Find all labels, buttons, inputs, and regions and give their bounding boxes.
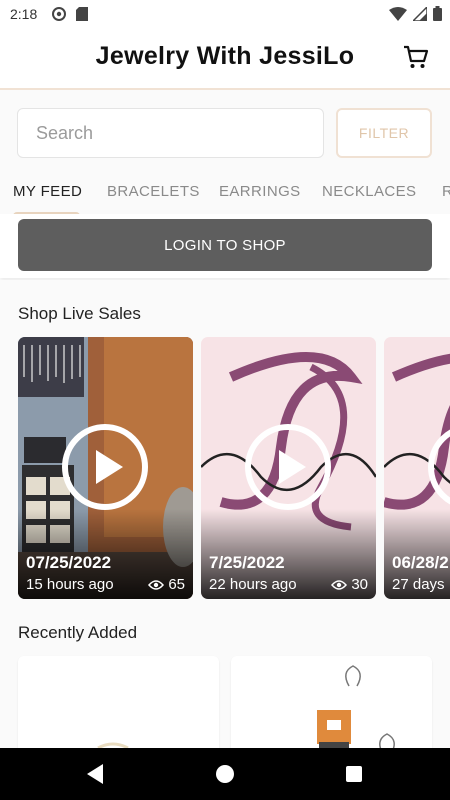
product-image <box>97 742 129 748</box>
app-title: Jewelry With JessiLo <box>95 42 355 70</box>
tab-my-feed[interactable]: MY FEED <box>13 183 82 200</box>
play-icon[interactable] <box>61 423 149 511</box>
product-card[interactable] <box>231 656 432 748</box>
live-sale-time-ago: 15 hours ago <box>26 576 114 593</box>
live-sale-date: 07/25/2022 <box>26 553 112 572</box>
live-sale-card[interactable]: 07/25/2022 15 hours ago 65 <box>18 337 193 599</box>
wifi-icon <box>389 6 407 21</box>
vpn-icon <box>52 7 66 21</box>
status-time: 2:18 <box>10 6 38 22</box>
play-icon[interactable] <box>244 423 332 511</box>
live-sale-date: 7/25/2022 <box>209 553 285 572</box>
views-count: 65 <box>148 576 185 593</box>
search-row: FILTER <box>0 90 450 176</box>
recently-added-title: Recently Added <box>18 623 138 642</box>
live-sales-carousel: 07/25/2022 15 hours ago 65 7/25/2022 22 … <box>18 337 450 599</box>
eye-icon <box>331 579 348 590</box>
product-image <box>317 665 395 748</box>
live-sale-time-ago: 22 hours ago <box>209 576 297 593</box>
cart-icon[interactable] <box>402 43 430 71</box>
tab-bracelets[interactable]: BRACELETS <box>107 183 200 200</box>
category-tabs: MY FEED BRACELETS EARRINGS NECKLACES R <box>0 176 450 218</box>
live-sale-card[interactable]: 7/25/2022 22 hours ago 30 <box>201 337 376 599</box>
views-value: 30 <box>351 576 368 593</box>
live-sale-date: 06/28/2 <box>392 553 449 572</box>
login-to-shop-button[interactable]: LOGIN TO SHOP <box>18 219 432 271</box>
status-right-group <box>389 6 442 21</box>
battery-icon <box>433 6 442 21</box>
app-bar: Jewelry With JessiLo <box>0 28 450 90</box>
play-icon[interactable] <box>427 423 450 511</box>
filter-button[interactable]: FILTER <box>336 108 432 158</box>
live-sale-card[interactable]: 06/28/2 27 days <box>384 337 450 599</box>
live-sale-time-ago: 27 days <box>392 576 445 593</box>
system-nav-bar <box>0 748 450 800</box>
views-count: 30 <box>331 576 368 593</box>
status-bar: 2:18 <box>0 0 450 28</box>
views-value: 65 <box>168 576 185 593</box>
product-card[interactable] <box>18 656 219 748</box>
home-icon[interactable] <box>216 765 234 783</box>
eye-icon <box>148 579 165 590</box>
tab-earrings[interactable]: EARRINGS <box>219 183 301 200</box>
live-sales-title: Shop Live Sales <box>18 304 141 323</box>
login-bar: LOGIN TO SHOP <box>0 214 450 278</box>
back-icon[interactable] <box>85 764 105 784</box>
recents-icon[interactable] <box>346 766 362 782</box>
tab-necklaces[interactable]: NECKLACES <box>322 183 416 200</box>
tab-rings[interactable]: R <box>442 183 450 200</box>
sd-card-icon <box>76 7 88 21</box>
search-input[interactable] <box>17 108 324 158</box>
main-content: Shop Live Sales 07/25/2022 15 hours ago … <box>0 280 450 748</box>
signal-icon <box>413 6 427 21</box>
